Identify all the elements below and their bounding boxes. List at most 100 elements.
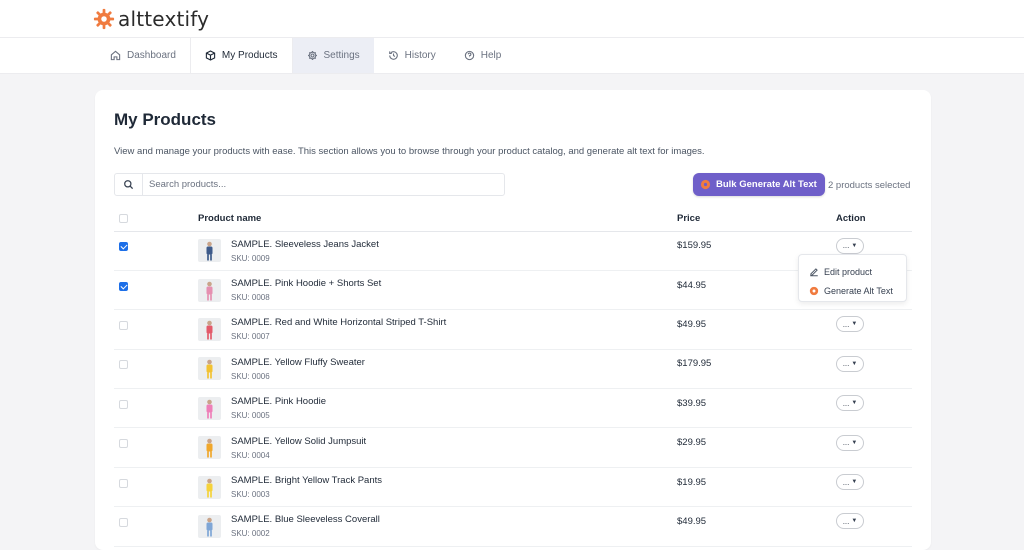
tab-my-products[interactable]: My Products <box>189 38 293 73</box>
action-label: ... <box>842 241 850 251</box>
row-checkbox[interactable] <box>119 439 128 449</box>
price-cell: $19.95 <box>677 467 836 508</box>
product-sku: SKU: 0004 <box>231 450 270 460</box>
price-cell: $49.95 <box>677 309 836 350</box>
header-action: Action <box>836 207 912 232</box>
row-action-button[interactable]: ... ▼ <box>836 474 864 491</box>
products-table: Product name Price Action SAMPLE. Sleeve… <box>114 207 912 547</box>
home-icon <box>110 50 121 61</box>
product-thumbnail[interactable] <box>198 317 221 341</box>
product-thumbnail[interactable] <box>198 436 221 460</box>
product-sku: SKU: 0008 <box>231 293 270 303</box>
menu-item-edit-product[interactable]: Edit product <box>809 262 906 281</box>
product-name[interactable]: SAMPLE. Blue Sleeveless Coverall <box>231 514 380 526</box>
tab-dashboard[interactable]: Dashboard <box>96 38 190 73</box>
product-name[interactable]: SAMPLE. Pink Hoodie + Shorts Set <box>231 278 381 290</box>
action-label: ... <box>842 319 850 329</box>
product-thumbnail[interactable] <box>198 514 221 538</box>
menu-item-label: Generate Alt Text <box>824 285 893 296</box>
selected-count: 2 products selected <box>828 180 911 191</box>
row-checkbox[interactable] <box>119 517 128 527</box>
table-row[interactable]: SAMPLE. Yellow Solid Jumpsuit SKU: 0004 $2… <box>114 427 912 468</box>
history-icon <box>388 51 398 60</box>
product-thumbnail[interactable] <box>198 396 221 420</box>
action-label: ... <box>842 516 850 526</box>
table-row[interactable]: SAMPLE. Sleeveless Jeans Jacket SKU: 0009… <box>114 231 912 271</box>
chevron-down-icon: ▼ <box>851 360 858 367</box>
product-sku: SKU: 0009 <box>231 253 270 263</box>
row-action-button[interactable]: ... ▼ <box>836 513 864 530</box>
product-sku: SKU: 0002 <box>231 529 270 539</box>
row-action-button[interactable]: ... ▼ <box>836 355 864 372</box>
table-row[interactable]: SAMPLE. Bright Yellow Track Pants SKU: 00… <box>114 467 912 508</box>
row-check-cell <box>114 506 198 547</box>
tab-label: My Products <box>221 50 278 61</box>
alttextify-gear-icon <box>700 179 711 190</box>
table-row[interactable]: SAMPLE. Pink Hoodie SKU: 0005 $39.95... ▼ <box>114 388 912 429</box>
row-action-button[interactable]: ... ▼ <box>836 395 864 412</box>
product-name[interactable]: SAMPLE. Sleeveless Jeans Jacket <box>231 239 379 251</box>
product-name[interactable]: SAMPLE. Bright Yellow Track Pants <box>231 475 382 487</box>
header-price: Price <box>677 207 836 232</box>
row-checkbox[interactable] <box>119 399 128 409</box>
alttextify-gear-icon <box>809 286 819 295</box>
product-thumbnail[interactable] <box>198 278 221 302</box>
menu-item-label: Edit product <box>824 266 873 277</box>
product-name[interactable]: SAMPLE. Pink Hoodie <box>231 396 326 408</box>
chevron-down-icon: ▼ <box>851 400 858 407</box>
row-checkbox[interactable] <box>119 320 128 330</box>
product-thumbnail[interactable] <box>198 475 221 499</box>
tab-label: Dashboard <box>127 50 176 61</box>
product-name[interactable]: SAMPLE. Red and White Horizontal Striped… <box>231 317 446 329</box>
chevron-down-icon: ▼ <box>851 242 858 249</box>
row-checkbox[interactable] <box>119 281 128 291</box>
select-all-checkbox[interactable] <box>119 214 128 224</box>
search-bar <box>114 173 505 196</box>
search-icon[interactable] <box>115 174 143 195</box>
table-row[interactable]: SAMPLE. Yellow Fluffy Sweater SKU: 0006 $1… <box>114 349 912 390</box>
product-price: $39.95 <box>677 397 707 409</box>
bulk-button-label: Bulk Generate Alt Text <box>716 179 817 190</box>
action-label: ... <box>842 398 850 408</box>
product-name[interactable]: SAMPLE. Yellow Fluffy Sweater <box>231 357 365 369</box>
row-checkbox[interactable] <box>119 360 128 370</box>
search-input[interactable] <box>143 174 504 195</box>
row-check-cell <box>114 467 198 508</box>
table-row[interactable]: SAMPLE. Blue Sleeveless Coverall SKU: 000… <box>114 506 912 547</box>
price-cell: $39.95 <box>677 388 836 429</box>
menu-item-generate-alt-text[interactable]: Generate Alt Text <box>809 281 906 300</box>
product-price: $29.95 <box>677 437 707 449</box>
product-price: $49.95 <box>677 318 707 330</box>
product-thumbnail[interactable] <box>198 357 221 381</box>
tab-settings[interactable]: Settings <box>292 38 374 73</box>
product-cell: SAMPLE. Yellow Solid Jumpsuit SKU: 0004 <box>198 427 677 468</box>
page-title: My Products <box>114 110 217 129</box>
chevron-down-icon: ▼ <box>851 479 858 486</box>
chevron-down-icon: ▼ <box>851 439 858 446</box>
action-cell: ... ▼ <box>836 427 912 468</box>
row-action-button[interactable]: ... ▼ <box>836 316 864 333</box>
tab-help[interactable]: Help <box>450 38 516 73</box>
row-checkbox[interactable] <box>119 242 128 252</box>
table-row[interactable]: SAMPLE. Red and White Horizontal Striped… <box>114 309 912 350</box>
action-label: ... <box>842 477 850 487</box>
product-price: $159.95 <box>677 240 712 252</box>
row-check-cell <box>114 309 198 350</box>
row-action-button[interactable]: ... ▼ <box>836 237 864 254</box>
header-product-name: Product name <box>198 207 677 232</box>
bulk-generate-button[interactable]: Bulk Generate Alt Text <box>693 173 825 196</box>
table-row[interactable]: SAMPLE. Pink Hoodie + Shorts Set SKU: 000… <box>114 270 912 311</box>
tab-history[interactable]: History <box>374 38 450 73</box>
product-sku: SKU: 0007 <box>231 332 270 342</box>
row-checkbox[interactable] <box>119 478 128 488</box>
product-cell: SAMPLE. Red and White Horizontal Striped… <box>198 309 677 350</box>
product-cell: SAMPLE. Pink Hoodie SKU: 0005 <box>198 388 677 429</box>
tab-label: History <box>404 50 436 61</box>
product-thumbnail[interactable] <box>198 239 221 263</box>
action-label: ... <box>842 359 850 369</box>
product-name[interactable]: SAMPLE. Yellow Solid Jumpsuit <box>231 436 366 448</box>
app-logo[interactable]: alttextify <box>93 7 209 31</box>
row-action-button[interactable]: ... ▼ <box>836 434 864 451</box>
price-cell: $29.95 <box>677 427 836 468</box>
action-dropdown-menu: Edit product Generate Alt Text <box>798 254 907 302</box>
